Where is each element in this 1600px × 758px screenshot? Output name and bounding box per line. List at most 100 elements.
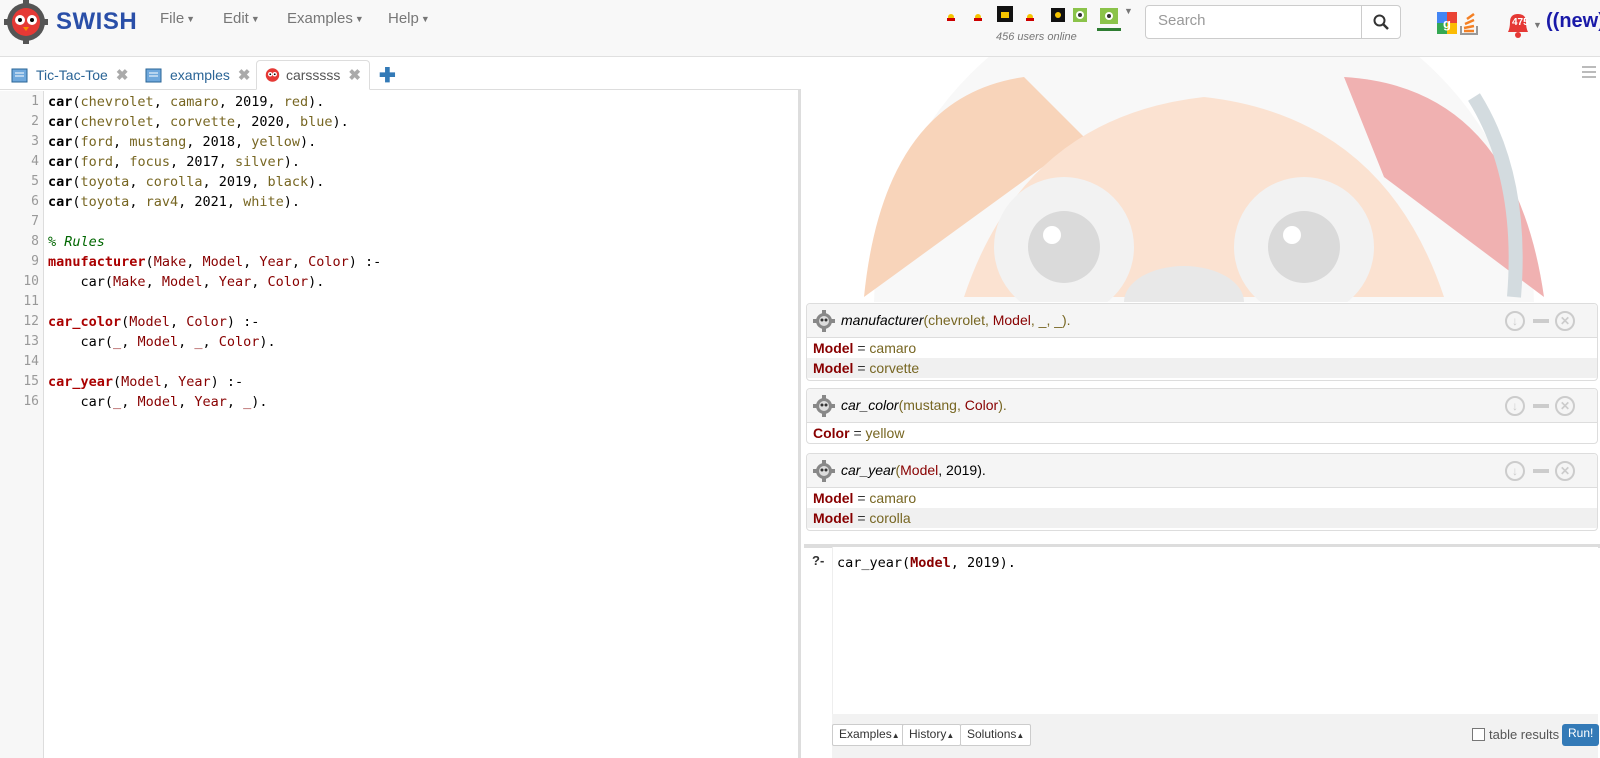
query-variable: Model — [992, 312, 1031, 328]
query-text: car_color(mustang, Color). — [841, 397, 1007, 413]
caret-down-icon: ▼ — [250, 14, 260, 25]
download-icon[interactable]: ↓ — [1505, 396, 1525, 416]
close-icon[interactable]: ✕ — [1555, 311, 1575, 331]
solutions-button-label: Solutions — [967, 727, 1017, 741]
brand-name: SWISH — [56, 8, 138, 35]
tab-carsssss[interactable]: carsssss ✖ — [256, 60, 370, 90]
close-tab-icon[interactable]: ✖ — [116, 66, 129, 84]
notification-count: 475 — [1512, 17, 1529, 28]
user-avatar-icon[interactable] — [1025, 12, 1035, 22]
query-input-rest: , 2019). — [950, 555, 1016, 571]
answer-variable: Model — [813, 360, 854, 376]
query-input-text: car_year(Model, 2019). — [837, 555, 1016, 571]
examples-button[interactable]: Examples▲ — [832, 724, 907, 746]
answer-variable: Model — [813, 490, 854, 506]
query-args: (chevrolet, — [923, 312, 993, 328]
user-avatar-icon[interactable] — [995, 4, 1015, 24]
code-line: % Rules — [48, 234, 105, 250]
search-button[interactable] — [1361, 5, 1401, 39]
run-button[interactable]: Run! — [1562, 724, 1600, 746]
minimize-icon[interactable] — [1533, 469, 1549, 473]
menu-examples-label: Examples — [287, 10, 353, 27]
query-predicate: manufacturer — [841, 312, 924, 328]
code-line: car(ford, mustang, 2018, yellow). — [48, 134, 317, 150]
close-icon[interactable]: ✕ — [1555, 396, 1575, 416]
user-avatar-icon[interactable] — [1097, 6, 1121, 32]
user-avatar-icon[interactable] — [973, 12, 983, 22]
solutions-button[interactable]: Solutions▲ — [960, 724, 1032, 746]
answer-variable: Model — [813, 340, 854, 356]
menu-edit[interactable]: Edit ▼ — [223, 10, 260, 27]
menu-edit-label: Edit — [223, 10, 249, 27]
download-icon[interactable]: ↓ — [1505, 461, 1525, 481]
close-icon[interactable]: ✕ — [1555, 461, 1575, 481]
line-number: 9 — [31, 254, 39, 269]
stackoverflow-icon[interactable] — [1459, 10, 1481, 36]
user-avatar-icon[interactable] — [1049, 6, 1067, 24]
line-number: 4 — [31, 154, 39, 169]
answer-variable: Color — [813, 425, 850, 441]
line-number: 13 — [23, 334, 39, 349]
users-dropdown-caret[interactable]: ▼ — [1124, 6, 1133, 16]
new-badge[interactable]: ((new)) — [1546, 10, 1600, 33]
line-number: 15 — [23, 374, 39, 389]
user-avatar-icon[interactable] — [1071, 6, 1089, 24]
line-number: 3 — [31, 134, 39, 149]
table-results-checkbox[interactable] — [1472, 728, 1485, 741]
query-args-end: ). — [998, 397, 1007, 413]
query-text: car_year(Model, 2019). — [841, 462, 986, 478]
code-line: manufacturer(Make, Model, Year, Color) :… — [48, 254, 382, 270]
navbar: SWISH File ▼ Edit ▼ Examples ▼ Help ▼ ▼ 456 … — [0, 0, 1600, 57]
caret-up-icon: ▲ — [891, 731, 900, 740]
editor-tabs: Tic-Tac-Toe ✖ examples ✖ carsssss ✖ ✚ — [0, 57, 801, 90]
query-result-panel: car_year(Model, 2019). ↓ ✕ Model = camar… — [806, 453, 1598, 531]
menu-file-label: File — [160, 10, 185, 27]
tab-examples[interactable]: examples ✖ — [136, 60, 259, 90]
line-number: 8 — [31, 234, 39, 249]
menu-file[interactable]: File ▼ — [160, 10, 195, 27]
add-tab-icon[interactable]: ✚ — [379, 63, 396, 88]
user-avatar-icon[interactable] — [946, 12, 956, 22]
answer-row: Model = camaro — [813, 490, 917, 506]
query-args: (mustang, — [898, 397, 965, 413]
notifications-caret[interactable]: ▼ — [1533, 20, 1542, 30]
query-input[interactable]: car_year(Model, 2019). — [832, 547, 1598, 714]
search-input[interactable]: Search — [1145, 5, 1362, 39]
menu-hamburger-icon[interactable] — [1582, 63, 1596, 81]
code-line: car(ford, focus, 2017, silver). — [48, 154, 301, 170]
line-number: 11 — [23, 294, 39, 309]
query-variable: Color — [964, 397, 999, 413]
gear-icon[interactable] — [813, 310, 835, 332]
gear-icon[interactable] — [813, 395, 835, 417]
download-icon[interactable]: ↓ — [1505, 311, 1525, 331]
swish-logo-icon — [4, 0, 48, 44]
tab-tic-tac-toe[interactable]: Tic-Tac-Toe ✖ — [2, 60, 136, 90]
tab-label: examples — [170, 67, 230, 83]
close-tab-icon[interactable]: ✖ — [348, 66, 361, 84]
query-input-pred: car_year( — [837, 555, 911, 571]
query-args-end: , _, _). — [1030, 312, 1071, 328]
answer-value: camaro — [869, 340, 917, 356]
brand[interactable]: SWISH — [4, 0, 138, 44]
query-result-panel: car_color(mustang, Color). ↓ ✕ Color = y… — [806, 388, 1598, 444]
answer-variable: Model — [813, 510, 854, 526]
table-results-label: table results — [1489, 727, 1560, 742]
results-pane: manufacturer(chevrolet, Model, _, _). ↓ … — [804, 57, 1600, 758]
menu-examples[interactable]: Examples ▼ — [287, 10, 364, 27]
code-line: car_year(Model, Year) :- — [48, 374, 244, 390]
query-variable: Model — [900, 462, 939, 478]
minimize-icon[interactable] — [1533, 404, 1549, 408]
gear-icon[interactable] — [813, 460, 835, 482]
minimize-icon[interactable] — [1533, 319, 1549, 323]
menu-help[interactable]: Help ▼ — [388, 10, 430, 27]
line-number: 5 — [31, 174, 39, 189]
code-line: car(_, Model, _, Color). — [80, 334, 276, 350]
examples-button-label: Examples — [839, 727, 892, 741]
google-icon[interactable]: g — [1437, 12, 1457, 34]
history-button[interactable]: History▲ — [902, 724, 962, 746]
query-predicate: car_color — [841, 397, 899, 413]
close-tab-icon[interactable]: ✖ — [238, 66, 251, 84]
code-line: car(toyota, corolla, 2019, black). — [48, 174, 325, 190]
code-line: car(Make, Model, Year, Color). — [80, 274, 325, 290]
table-results-toggle[interactable]: table results — [1472, 727, 1559, 742]
